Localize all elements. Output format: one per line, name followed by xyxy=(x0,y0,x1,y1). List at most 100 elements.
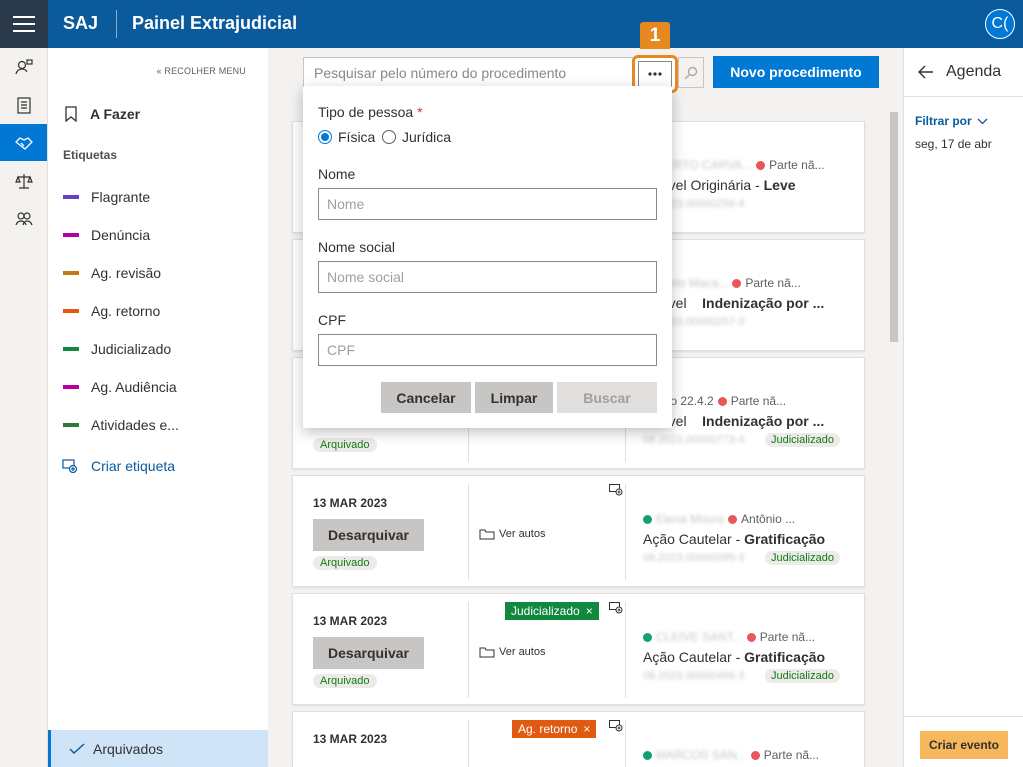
agenda-date: seg, 17 de abr xyxy=(915,137,992,151)
brand-logo[interactable]: SAJ xyxy=(63,13,98,34)
card-parties: Elena Moura Antônio ... xyxy=(643,512,795,526)
radio-unselected-icon xyxy=(382,130,396,144)
judicialized-badge: Judicializado xyxy=(765,669,840,683)
card-procedure: Ação Cautelar - Gratificação xyxy=(643,649,826,665)
radio-label: Física xyxy=(338,129,376,145)
judicialized-badge: Judicializado xyxy=(765,551,840,565)
card-number: 08.2023.00000095-3 xyxy=(643,552,745,564)
create-tag-button[interactable]: Criar etiqueta xyxy=(62,458,175,474)
sidebar-item-label: Arquivados xyxy=(93,740,164,757)
agenda-panel: Agenda Filtrar por seg, 17 de abr Criar … xyxy=(903,48,1023,767)
view-records-link[interactable]: Ver autos xyxy=(479,528,545,540)
tags-heading: Etiquetas xyxy=(63,148,118,162)
tag-color-swatch xyxy=(63,309,79,313)
remove-party-icon[interactable] xyxy=(728,514,738,524)
card-date: 13 MAR 2023 xyxy=(313,496,388,510)
rail-people-button[interactable] xyxy=(0,200,47,237)
search-submit-button[interactable]: Buscar xyxy=(557,382,657,413)
card-parties: CLEIVE SANT... Parte nã... xyxy=(643,630,815,644)
rail-scales-button[interactable] xyxy=(0,162,47,199)
people-icon xyxy=(14,211,33,225)
remove-party-icon[interactable] xyxy=(756,160,766,170)
name-input[interactable] xyxy=(318,188,657,220)
remove-tag-icon[interactable]: × xyxy=(583,722,590,736)
clear-button[interactable]: Limpar xyxy=(475,382,553,413)
sidebar-tag-atividades[interactable]: Atividades e... xyxy=(63,417,179,433)
add-tag-icon xyxy=(62,459,78,473)
bookmark-icon xyxy=(65,106,77,122)
top-bar: SAJ Painel Extrajudicial C( xyxy=(0,0,1023,48)
agenda-header: Agenda xyxy=(904,48,1023,97)
search-input[interactable] xyxy=(303,57,633,88)
card-divider xyxy=(468,720,469,767)
user-avatar[interactable]: C( xyxy=(985,9,1015,39)
advanced-search-popup: Tipo de pessoa * Física Jurídica Nome No… xyxy=(303,86,672,428)
back-arrow-icon[interactable] xyxy=(918,65,934,79)
rail-person-button[interactable] xyxy=(0,48,47,85)
archived-badge: Arquivado xyxy=(313,674,377,688)
person-search-icon xyxy=(14,58,33,74)
menu-button[interactable] xyxy=(0,0,48,48)
procedure-card[interactable]: 13 MAR 2023 Desarquivar Arquivado Ver au… xyxy=(292,475,865,587)
unarchive-button[interactable]: Desarquivar xyxy=(313,637,424,669)
add-party-icon[interactable] xyxy=(643,750,652,760)
remove-party-icon[interactable] xyxy=(732,278,742,288)
create-tag-label: Criar etiqueta xyxy=(91,458,176,474)
tag-label: Judicializado xyxy=(91,341,172,357)
filter-dropdown[interactable]: Filtrar por xyxy=(915,114,988,128)
scrollbar-thumb[interactable] xyxy=(890,112,898,342)
search-button[interactable] xyxy=(678,57,704,88)
sidebar-item-label: A Fazer xyxy=(90,106,141,122)
ellipsis-icon xyxy=(648,72,662,76)
check-icon xyxy=(69,742,85,754)
new-procedure-button[interactable]: Novo procedimento xyxy=(713,56,879,88)
search-icon xyxy=(684,66,698,79)
procedure-card[interactable]: Judicializado × 13 MAR 2023 Desarquivar A… xyxy=(292,593,865,705)
radio-physical[interactable]: Física xyxy=(318,129,375,145)
remove-party-icon[interactable] xyxy=(717,396,727,406)
clipboard-icon xyxy=(16,96,31,114)
rail-clipboard-button[interactable] xyxy=(0,86,47,123)
add-tag-icon[interactable] xyxy=(609,602,623,614)
tag-label: Flagrante xyxy=(91,189,151,205)
rail-handshake-button[interactable] xyxy=(0,124,47,161)
remove-tag-icon[interactable]: × xyxy=(586,604,593,618)
social-name-input[interactable] xyxy=(318,261,657,293)
add-party-icon[interactable] xyxy=(643,514,652,524)
card-date: 13 MAR 2023 xyxy=(313,614,388,628)
scrollbar[interactable] xyxy=(888,106,898,767)
cancel-button[interactable]: Cancelar xyxy=(381,382,471,413)
tag-label: Ag. retorno xyxy=(91,303,161,319)
name-label: Nome xyxy=(318,166,356,182)
unarchive-button[interactable]: Desarquivar xyxy=(313,519,424,551)
add-tag-icon[interactable] xyxy=(609,720,623,732)
tag-label: Ag. revisão xyxy=(91,265,162,281)
add-tag-icon[interactable] xyxy=(609,484,623,496)
remove-party-icon[interactable] xyxy=(750,750,760,760)
card-procedure: Ação Cautelar - Gratificação xyxy=(643,531,826,547)
sidebar-tag-ag-audiencia[interactable]: Ag. Audiência xyxy=(63,379,177,395)
sidebar-tag-judicializado[interactable]: Judicializado xyxy=(63,341,171,357)
person-type-label: Tipo de pessoa * xyxy=(318,104,423,120)
collapse-menu-button[interactable]: « RECOLHER MENU xyxy=(156,66,246,76)
social-name-label: Nome social xyxy=(318,239,396,255)
card-date: 13 MAR 2023 xyxy=(313,732,388,746)
procedure-card[interactable]: Ag. retorno × 13 MAR 2023 MARCOS SAN... Pa… xyxy=(292,711,865,767)
card-divider xyxy=(625,602,626,698)
sidebar-tag-ag-retorno[interactable]: Ag. retorno xyxy=(63,303,160,319)
tag-label: Ag. Audiência xyxy=(91,379,177,395)
sidebar-item-todo[interactable]: A Fazer xyxy=(64,106,140,122)
add-party-icon[interactable] xyxy=(643,632,652,642)
more-filters-button[interactable] xyxy=(638,61,672,87)
cpf-input[interactable] xyxy=(318,334,657,366)
create-event-button[interactable]: Criar evento xyxy=(920,731,1008,759)
sidebar-tag-flagrante[interactable]: Flagrante xyxy=(63,189,150,205)
tag-label: Atividades e... xyxy=(91,417,179,433)
sidebar-tag-denuncia[interactable]: Denúncia xyxy=(63,227,150,243)
remove-party-icon[interactable] xyxy=(746,632,756,642)
tag-color-swatch xyxy=(63,423,79,427)
view-records-link[interactable]: Ver autos xyxy=(479,646,545,658)
radio-legal[interactable]: Jurídica xyxy=(382,129,451,145)
sidebar-tag-ag-revisao[interactable]: Ag. revisão xyxy=(63,265,161,281)
sidebar-item-archived[interactable]: Arquivados xyxy=(48,730,268,767)
